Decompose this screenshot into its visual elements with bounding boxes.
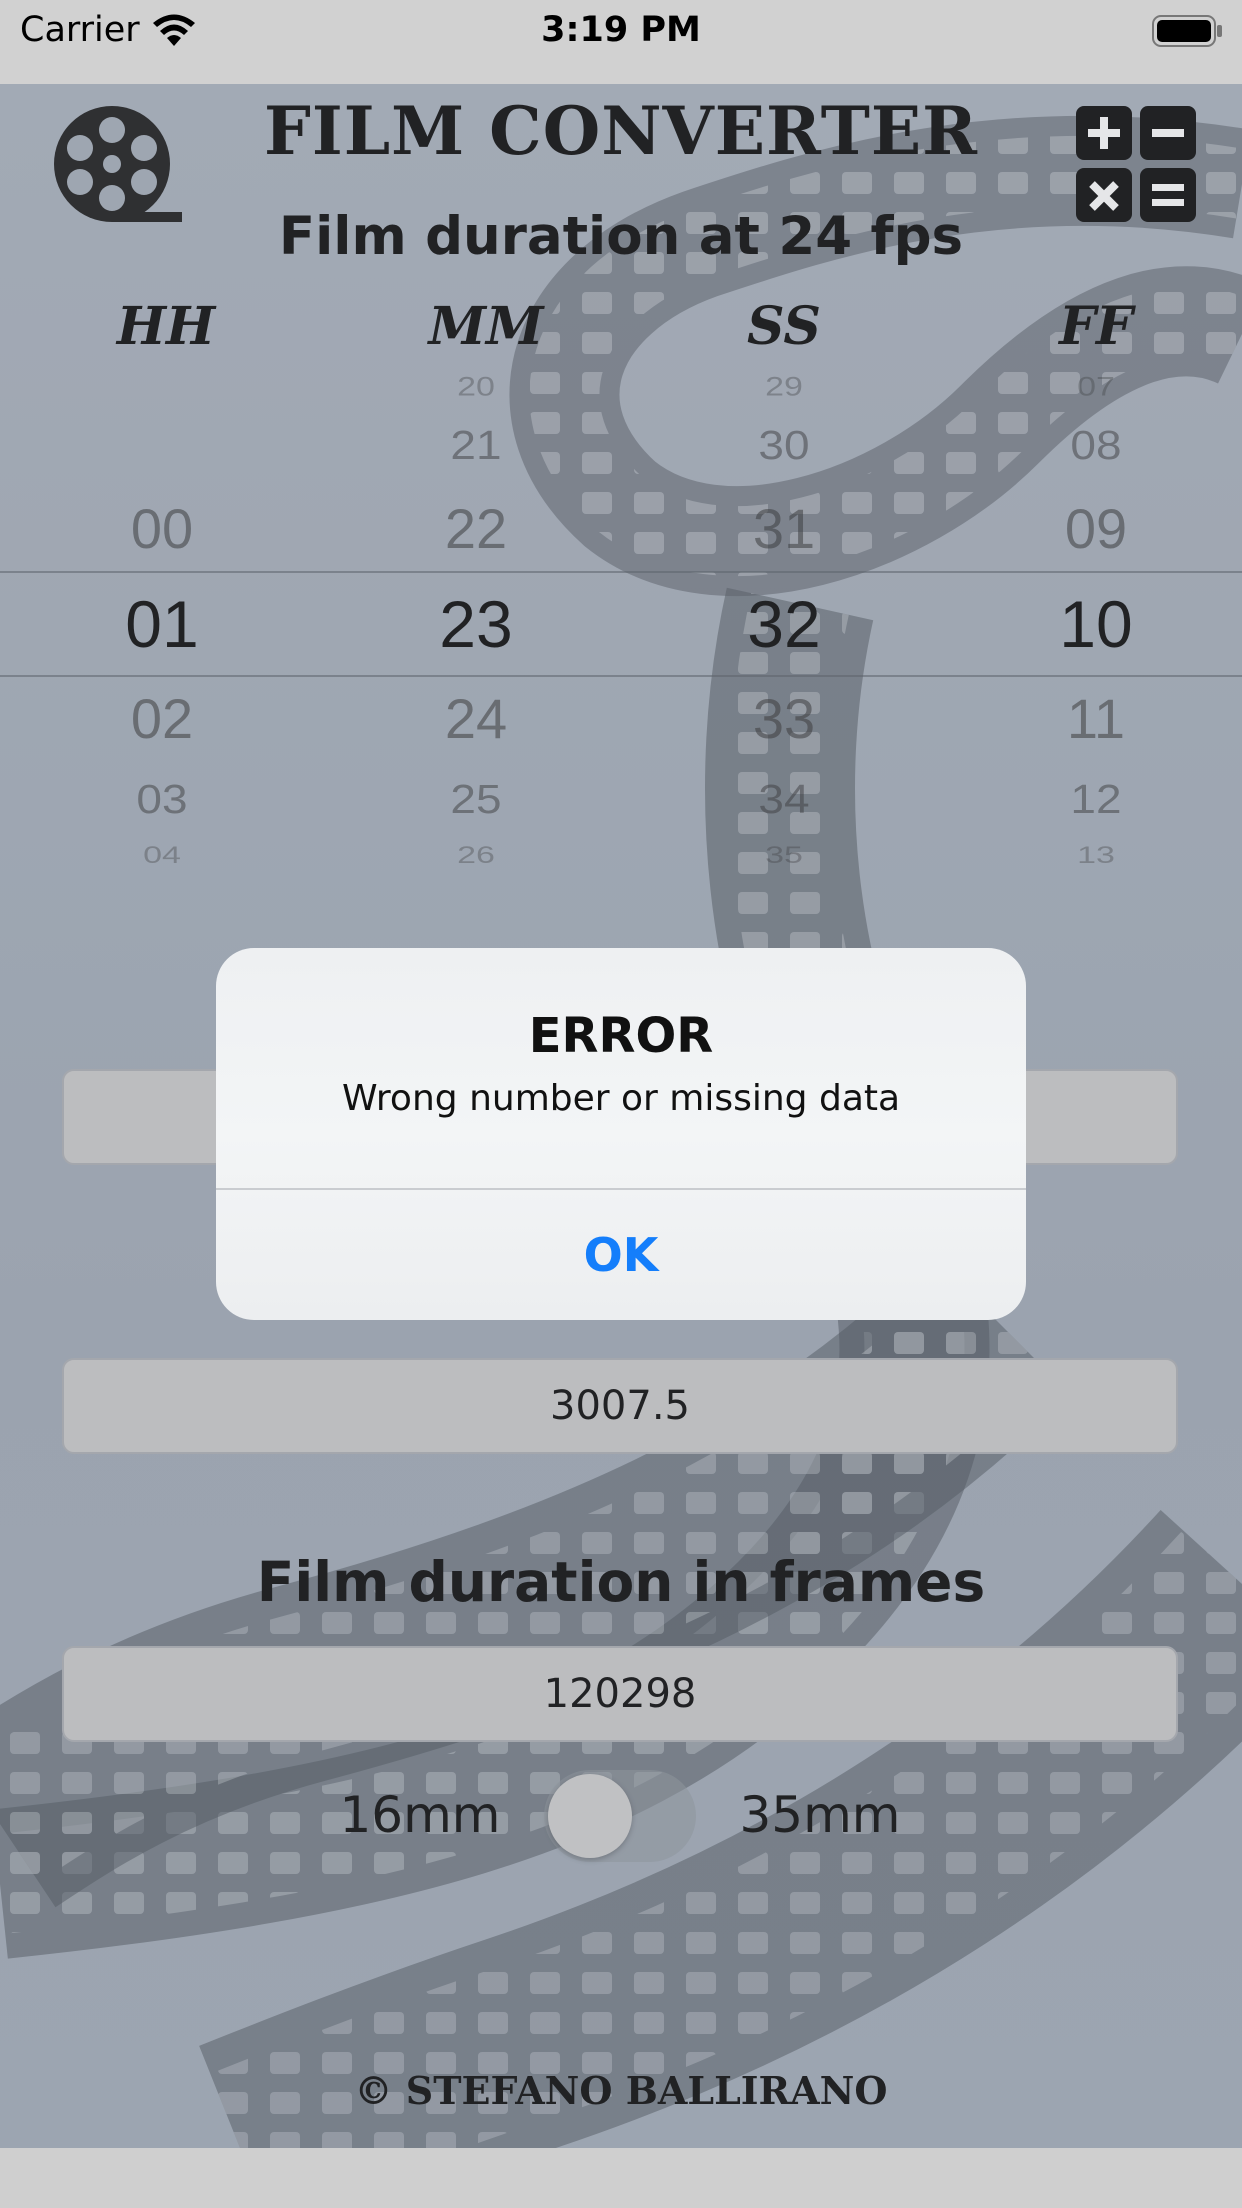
alert-title: ERROR — [528, 1008, 714, 1064]
battery-icon — [1152, 15, 1222, 47]
home-indicator-area — [0, 2148, 1242, 2208]
ok-button[interactable]: OK — [216, 1190, 1026, 1320]
clock-time: 3:19 PM — [541, 10, 701, 50]
alert-message: Wrong number or missing data — [341, 1078, 901, 1119]
error-alert-dialog: ERROR Wrong number or missing data OK — [216, 948, 1026, 1320]
status-bar: Carrier 3:19 PM — [0, 0, 1242, 84]
